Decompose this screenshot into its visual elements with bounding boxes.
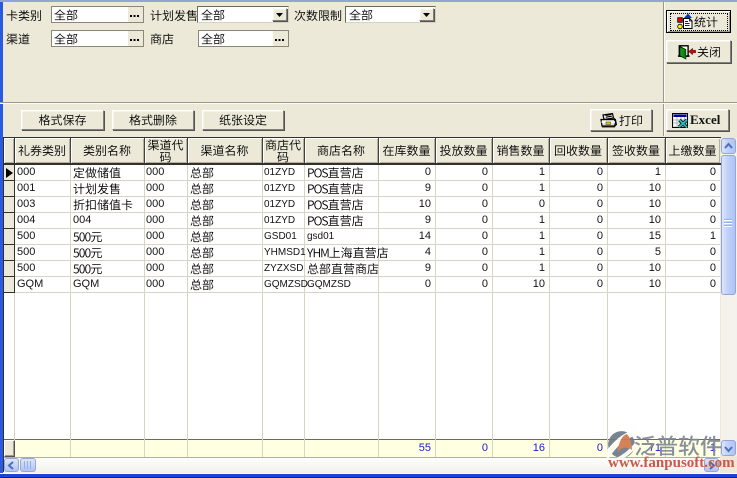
svg-text:www.fanpusoft.com: www.fanpusoft.com	[608, 455, 735, 471]
